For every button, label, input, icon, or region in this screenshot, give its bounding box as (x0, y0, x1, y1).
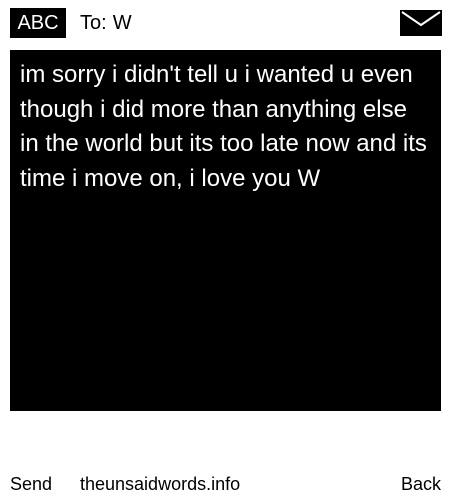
compose-header: ABC To: W (0, 0, 450, 44)
send-softkey[interactable]: Send (10, 470, 52, 498)
envelope-icon[interactable] (400, 10, 442, 36)
back-softkey[interactable]: Back (401, 470, 441, 498)
softkey-bar: Send theunsaidwords.info Back (0, 470, 450, 498)
message-text: im sorry i didn't tell u i wanted u even… (20, 61, 427, 192)
site-watermark: theunsaidwords.info (80, 474, 241, 494)
input-mode-badge[interactable]: ABC (10, 8, 66, 38)
recipient-name: W (112, 12, 132, 34)
message-body-area[interactable]: im sorry i didn't tell u i wanted u even… (10, 50, 441, 411)
recipient-field[interactable]: To: W (80, 8, 132, 38)
to-label: To: (80, 12, 107, 34)
